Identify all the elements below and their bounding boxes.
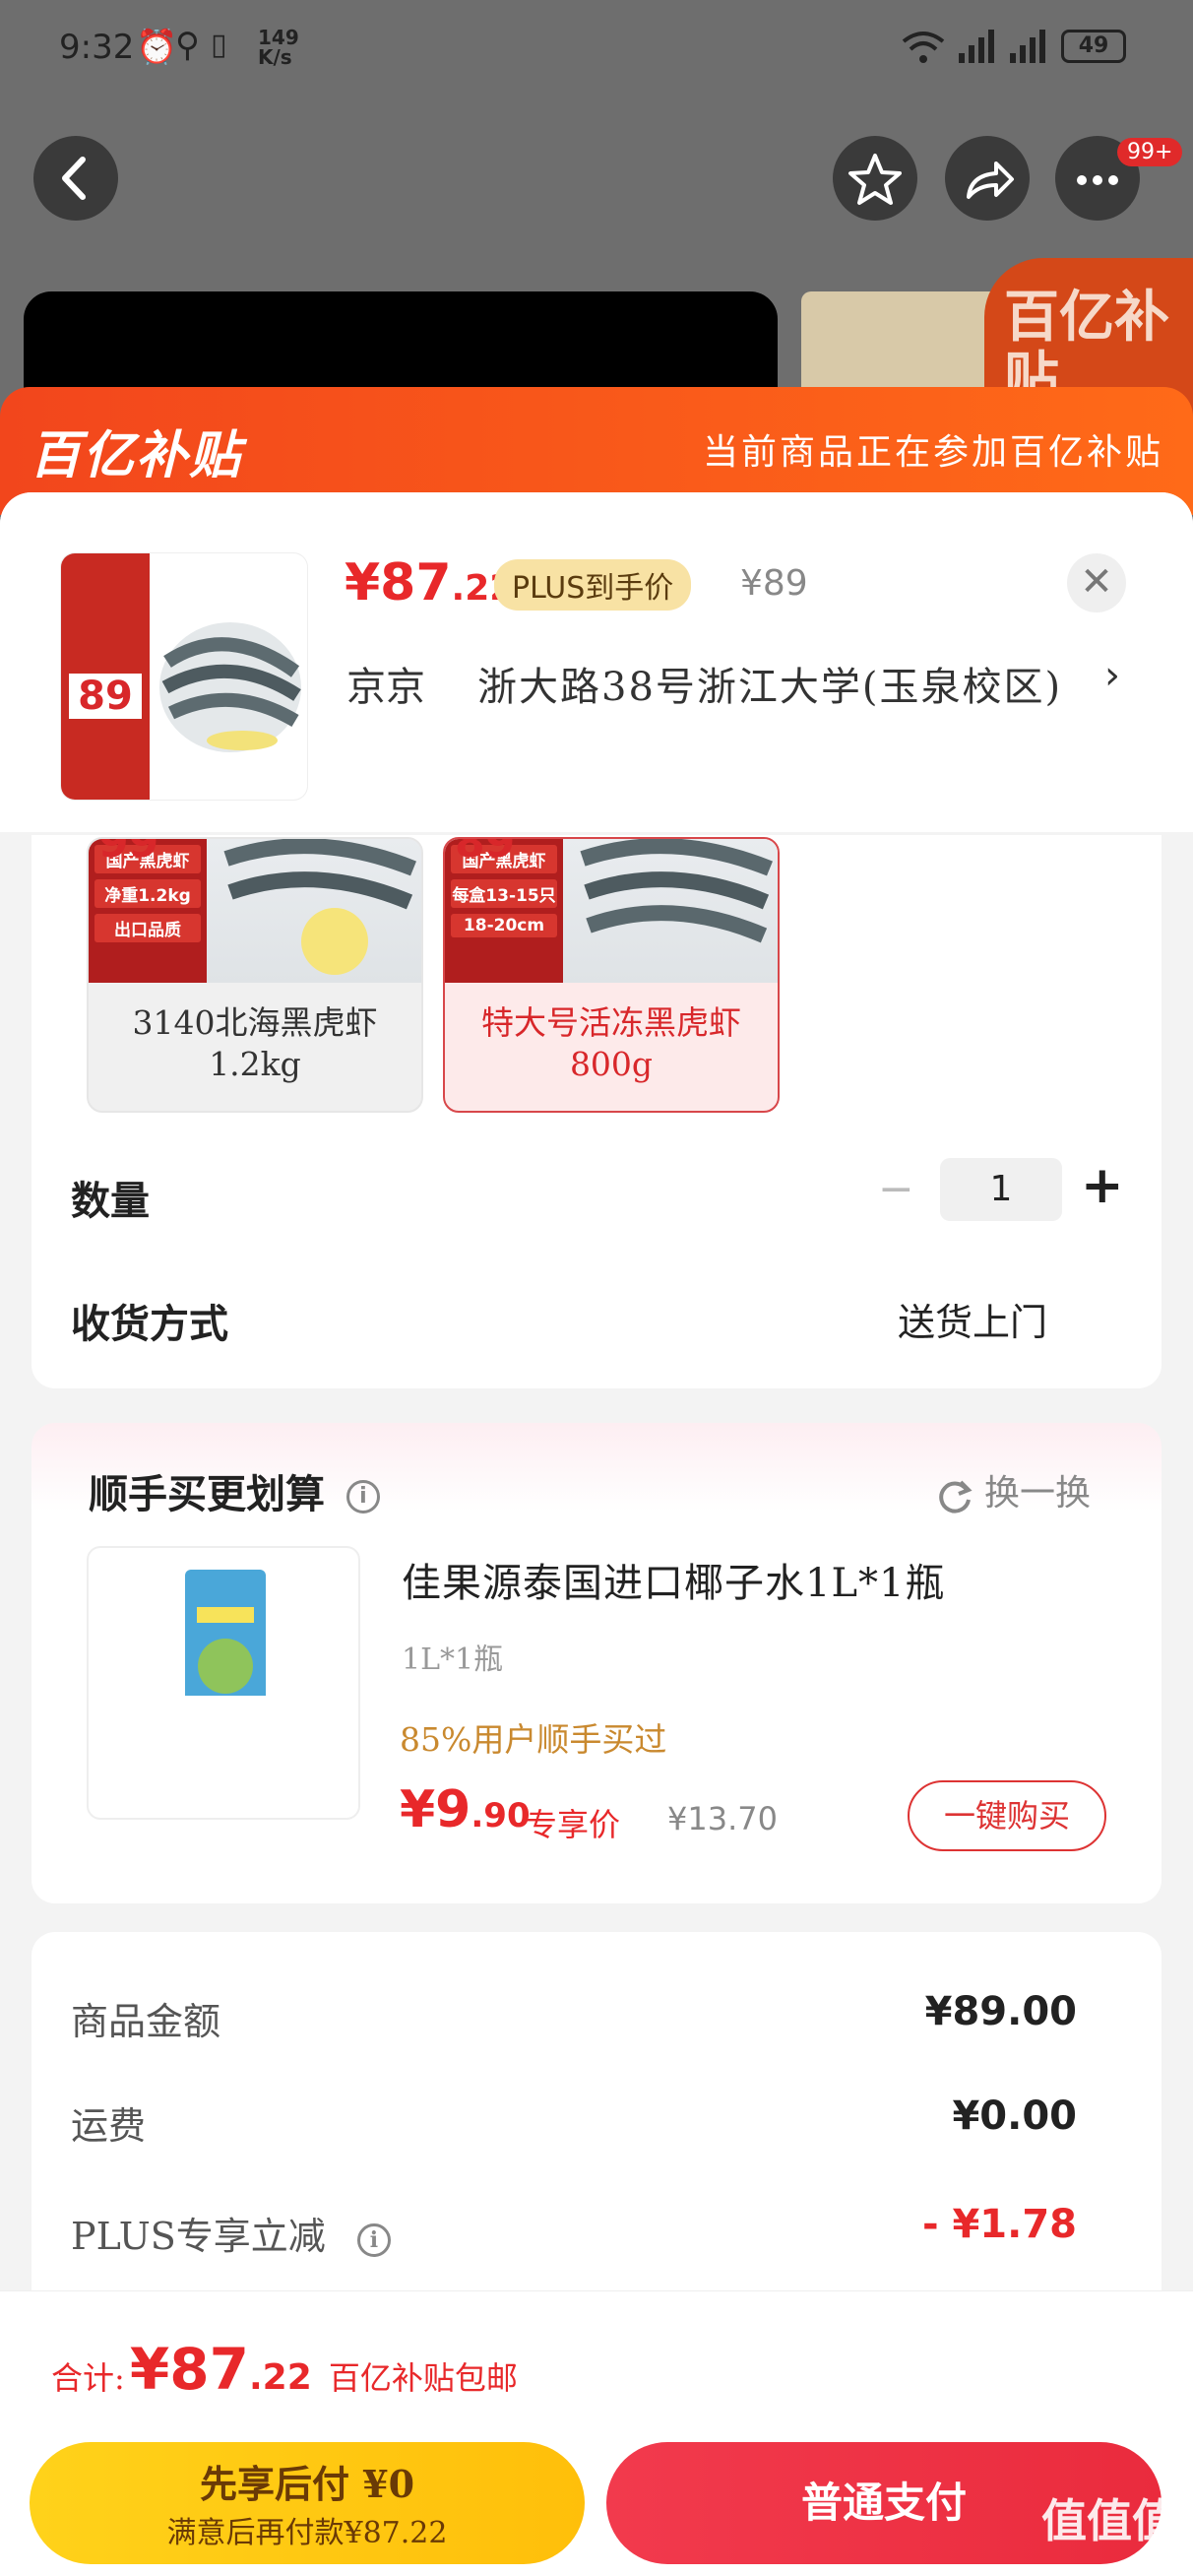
chevron-right-icon[interactable]: › bbox=[1104, 653, 1120, 698]
thumb-price: 89 bbox=[69, 674, 142, 719]
close-button[interactable]: ✕ bbox=[1067, 553, 1126, 612]
product-thumbnail: 89 bbox=[61, 553, 307, 800]
decrease-button[interactable]: − bbox=[878, 1164, 914, 1214]
upsell-product-name[interactable]: 佳果源泰国进口椰子水1L*1瓶 bbox=[402, 1551, 945, 1608]
upsell-original-price: ¥13.70 bbox=[667, 1800, 778, 1837]
product-price: ¥87.22 bbox=[345, 553, 514, 612]
watermark-logo: 值值值 bbox=[1041, 2494, 1177, 2547]
quantity-label: 数量 bbox=[71, 1179, 150, 1224]
shipping-fee-label: 运费 bbox=[71, 2104, 147, 2148]
one-click-buy-button[interactable]: 一键购买 bbox=[908, 1780, 1106, 1851]
signal-icon-2 bbox=[1010, 30, 1045, 63]
variant-tag: 18-20cm bbox=[451, 914, 557, 937]
share-button[interactable] bbox=[945, 136, 1030, 221]
upsell-title: 顺手买更划算 i bbox=[89, 1462, 380, 1519]
variant-label: 3140北海黑虎虾 1.2kg bbox=[132, 1003, 378, 1083]
address-city[interactable]: 京京 bbox=[346, 655, 425, 712]
star-icon bbox=[848, 154, 902, 205]
alarm-icon: ⏰ bbox=[136, 28, 178, 67]
swap-button[interactable]: 换一换 bbox=[935, 1464, 1091, 1515]
upsell-price-main: ¥9 bbox=[400, 1780, 471, 1839]
shipping-method[interactable]: 送货上门 bbox=[898, 1292, 1047, 1346]
signal-icon bbox=[959, 30, 994, 63]
favorite-button[interactable] bbox=[833, 136, 917, 221]
battery-indicator: 49 bbox=[1061, 30, 1126, 63]
upsell-product-spec: 1L*1瓶 bbox=[402, 1642, 504, 1677]
plus-discount-text: PLUS专享立减 bbox=[71, 2215, 326, 2258]
shrimp-image bbox=[159, 622, 301, 752]
upsell-price-decimal: .90 bbox=[471, 1796, 531, 1835]
shrimp-image bbox=[223, 839, 416, 975]
plus-price-badge: PLUS到手价 bbox=[494, 559, 692, 611]
net-speed-value: 149 bbox=[258, 26, 299, 49]
total-decimal: .22 bbox=[248, 2357, 312, 2398]
order-total: 合计: ¥87.22 百亿补贴包邮 bbox=[51, 2336, 518, 2403]
refresh-icon bbox=[939, 1480, 973, 1513]
variant-badge: 99 bbox=[98, 837, 159, 868]
shipping-label: 收货方式 bbox=[71, 1302, 228, 1347]
shipping-fee-value: ¥0.00 bbox=[952, 2093, 1077, 2139]
subtotal-label: 商品金额 bbox=[71, 2000, 221, 2043]
quantity-input[interactable]: 1 bbox=[940, 1158, 1062, 1221]
upsell-price: ¥9.90 bbox=[400, 1780, 531, 1839]
shrimp-image bbox=[580, 839, 773, 943]
variant-image: 国产黑虎虾 净重1.2kg 出口品质 99 bbox=[89, 839, 421, 983]
increase-button[interactable]: + bbox=[1081, 1156, 1124, 1215]
variant-badge: 89 bbox=[455, 837, 516, 868]
variant-image: 国产黑虎虾 每盒13-15只 18-20cm 89 bbox=[445, 839, 778, 983]
info-icon[interactable]: i bbox=[356, 2222, 391, 2257]
upsell-product-image[interactable] bbox=[87, 1546, 360, 1820]
original-price: ¥89 bbox=[740, 563, 808, 604]
pay-later-button[interactable]: 先享后付 ¥0 满意后再付款¥87.22 bbox=[30, 2442, 585, 2564]
coconut-water-image bbox=[185, 1570, 266, 1796]
upsell-social-proof: 85%用户顺手买过 bbox=[400, 1720, 667, 1759]
share-icon bbox=[967, 161, 1014, 199]
chevron-left-icon bbox=[62, 157, 86, 200]
subtotal-value: ¥89.00 bbox=[924, 1989, 1077, 2034]
swap-label: 换一换 bbox=[984, 1473, 1092, 1513]
close-icon: ✕ bbox=[1080, 559, 1113, 605]
status-bar: 9:32 ⏰ ⚲ ▯ 149 K/s 49 bbox=[0, 0, 1193, 98]
subsidy-message: 当前商品正在参加百亿补贴 bbox=[702, 432, 1163, 473]
info-icon[interactable]: i bbox=[345, 1480, 380, 1513]
wifi-icon bbox=[902, 32, 945, 63]
total-label: 合计: bbox=[51, 2359, 125, 2397]
variant-label: 特大号活冻黑虎虾 800g bbox=[481, 1003, 741, 1083]
upsell-price-label: 专享价 bbox=[526, 1806, 621, 1843]
clock: 9:32 bbox=[59, 28, 135, 67]
pay-later-title: 先享后付 ¥0 bbox=[199, 2462, 415, 2506]
variant-tag: 净重1.2kg bbox=[94, 879, 201, 908]
plus-discount-label: PLUS专享立减 i bbox=[71, 2206, 391, 2260]
back-button[interactable] bbox=[33, 136, 118, 221]
location-icon: ⚲ bbox=[175, 26, 200, 65]
variant-option-selected[interactable]: 国产黑虎虾 每盒13-15只 18-20cm 89 特大号活冻黑虎虾 800g bbox=[443, 837, 780, 1113]
total-main: ¥87 bbox=[129, 2336, 249, 2403]
vibrate-icon: ▯ bbox=[211, 28, 227, 62]
net-speed: 149 K/s bbox=[258, 28, 299, 67]
notification-badge: 99+ bbox=[1117, 138, 1183, 166]
net-speed-unit: K/s bbox=[258, 45, 292, 69]
variant-option[interactable]: 国产黑虎虾 净重1.2kg 出口品质 99 3140北海黑虎虾 1.2kg bbox=[87, 837, 423, 1113]
delivery-address[interactable]: 浙大路38号浙江大学(玉泉校区) bbox=[477, 655, 1062, 712]
total-note: 百亿补贴包邮 bbox=[328, 2359, 518, 2397]
variant-tag: 出口品质 bbox=[94, 914, 201, 942]
pay-later-subtitle: 满意后再付款¥87.22 bbox=[166, 2516, 448, 2550]
variant-tag: 每盒13-15只 bbox=[451, 879, 557, 908]
subsidy-logo: 百亿补贴 bbox=[30, 426, 243, 485]
price-main: ¥87 bbox=[345, 553, 452, 612]
plus-discount-value: - ¥1.78 bbox=[921, 2202, 1077, 2247]
upsell-title-text: 顺手买更划算 bbox=[89, 1472, 325, 1517]
